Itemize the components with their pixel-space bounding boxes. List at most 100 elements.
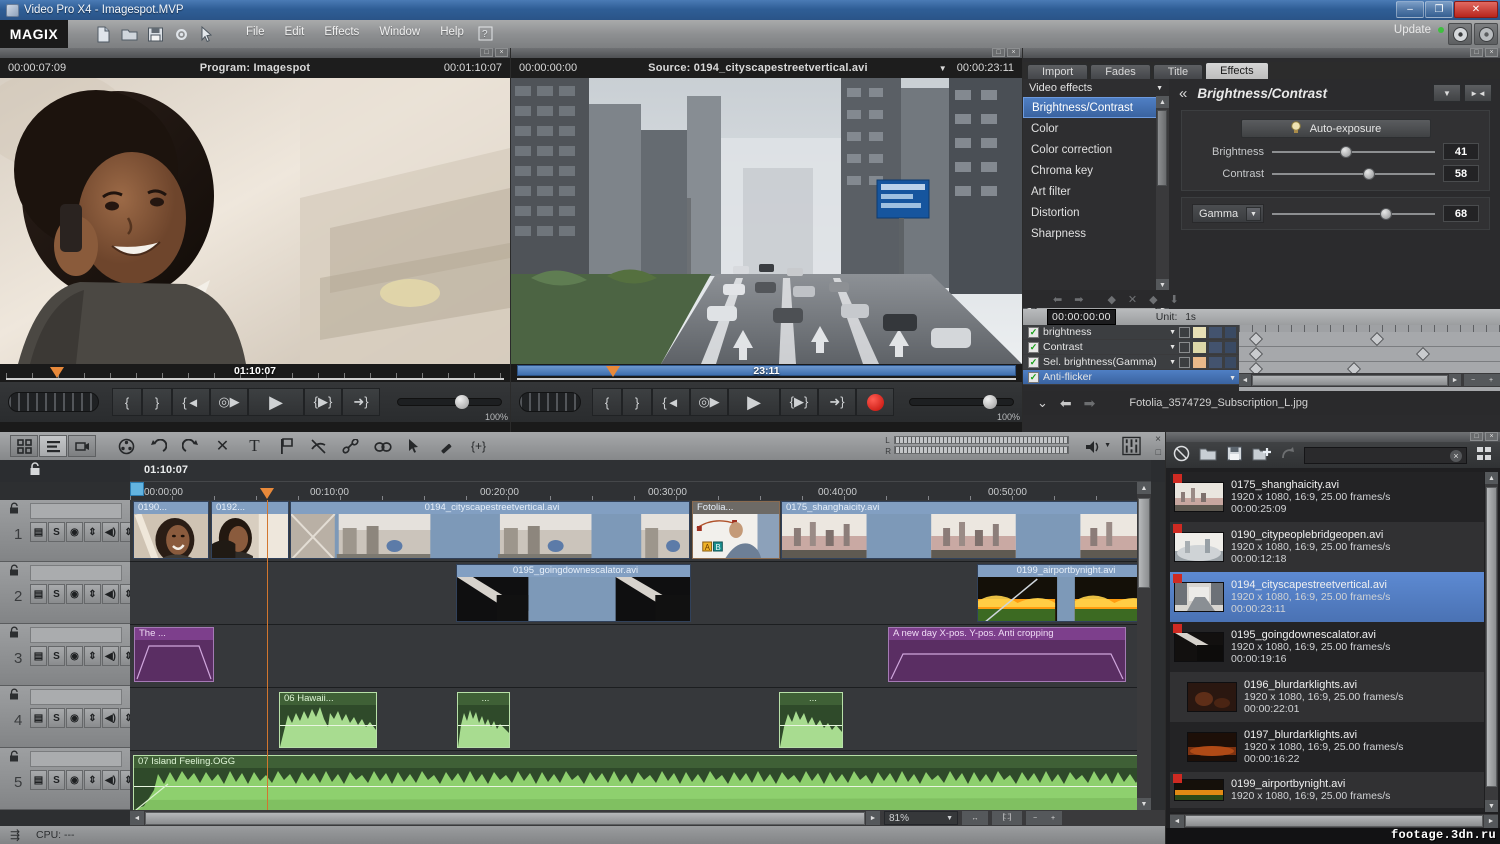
gamma-value[interactable]: 68 bbox=[1443, 205, 1479, 222]
gamma-slider[interactable] bbox=[1272, 207, 1435, 220]
timeline-vscroll-down[interactable]: ▼ bbox=[1137, 798, 1151, 810]
program-playhead[interactable] bbox=[50, 367, 64, 378]
media-list-item-selected[interactable]: 0194_cityscapestreetvertical.avi 1920 x … bbox=[1170, 572, 1484, 622]
collapse-left-icon[interactable]: « bbox=[1179, 85, 1187, 102]
timeline-close-icon[interactable]: × bbox=[1155, 434, 1161, 445]
contrast-value[interactable]: 58 bbox=[1443, 165, 1479, 182]
chevron-down-icon[interactable]: ▼ bbox=[1169, 359, 1176, 366]
timeline-audio-clip[interactable]: ... bbox=[457, 692, 510, 748]
brightness-enable-checkbox[interactable]: ✓ bbox=[1028, 326, 1039, 338]
jump-to-start-button[interactable]: {◄ bbox=[172, 388, 210, 416]
program-preview-image[interactable] bbox=[0, 78, 510, 364]
track-header-3[interactable]: 3 ▤ S ◉ ⇕ ◀) ⇕ bbox=[0, 624, 137, 686]
jump-to-end-button[interactable]: ➜} bbox=[342, 388, 380, 416]
menu-effects[interactable]: Effects bbox=[324, 26, 359, 43]
media-pool-hscroll[interactable]: ◄ ► bbox=[1170, 814, 1498, 828]
set-out-point-button[interactable]: } bbox=[142, 388, 172, 416]
video-effects-dropdown[interactable]: Video effects ▼ bbox=[1023, 79, 1169, 97]
menu-help[interactable]: Help bbox=[440, 26, 464, 43]
timeline-clip[interactable]: 0190... bbox=[133, 501, 209, 559]
keyframe-box-icon[interactable] bbox=[1179, 341, 1190, 353]
effect-item-art-filter[interactable]: Art filter bbox=[1023, 181, 1169, 202]
menu-edit[interactable]: Edit bbox=[285, 26, 305, 43]
track-header-2[interactable]: 2 ▤ S ◉ ⇕ ◀) ⇕ bbox=[0, 562, 137, 624]
timeline-ruler[interactable]: 00:00:00 00:10:00 00:20:00 00:30:00 00:4… bbox=[130, 482, 1151, 500]
effect-item-color[interactable]: Color bbox=[1023, 118, 1169, 139]
new-folder-icon[interactable] bbox=[1252, 446, 1271, 465]
film-icon[interactable] bbox=[117, 437, 136, 456]
track-speaker-icon[interactable]: ◀) bbox=[102, 646, 119, 666]
help-book-icon[interactable]: ? bbox=[478, 26, 495, 43]
media-vscroll-down[interactable]: ▼ bbox=[1485, 800, 1498, 812]
track-lock-icon[interactable] bbox=[8, 688, 21, 704]
source-playhead[interactable] bbox=[606, 366, 620, 377]
track-lock-icon[interactable] bbox=[28, 462, 42, 479]
timeline-zoom-select[interactable]: 81% ▼ bbox=[884, 811, 958, 825]
timeline-track-1[interactable]: 0190... 0192... 0194_cityscapestreetvert… bbox=[130, 500, 1151, 562]
contrast-enable-checkbox[interactable]: ✓ bbox=[1028, 341, 1039, 353]
grid-toggle-icon[interactable] bbox=[1476, 445, 1493, 465]
gamma-mode-select[interactable]: Gamma ▼ bbox=[1192, 204, 1264, 223]
source-play-to-out-button[interactable]: {▶} bbox=[780, 388, 818, 416]
eraser-icon[interactable] bbox=[437, 437, 456, 456]
keyframe-curve-icon[interactable] bbox=[1209, 341, 1222, 353]
text-title-icon[interactable]: T bbox=[245, 436, 264, 456]
save-disk-icon[interactable] bbox=[1226, 445, 1243, 465]
keyframe-prev-icon[interactable]: ⬅ bbox=[1053, 293, 1062, 306]
keyframe-hscroll-thumb[interactable] bbox=[1252, 374, 1448, 386]
open-folder-icon[interactable] bbox=[1199, 446, 1217, 465]
timeline-track-4[interactable]: 06 Hawaii... ... ... bbox=[130, 689, 1151, 751]
effect-preset-dropdown-button[interactable]: ▼ bbox=[1433, 84, 1461, 102]
keyframe-zoom-out-button[interactable]: − bbox=[1464, 374, 1482, 386]
tab-import[interactable]: Import bbox=[1027, 64, 1089, 79]
mixer-icon[interactable] bbox=[1122, 436, 1141, 455]
timeline-title-clip[interactable]: The ... bbox=[134, 627, 214, 682]
timeline-clip[interactable]: 0199_airportbynight.avi bbox=[977, 564, 1151, 622]
timeline-clip-area[interactable]: 0190... 0192... 0194_cityscapestreetvert… bbox=[130, 500, 1151, 810]
status-next-icon[interactable]: ➡ bbox=[1084, 395, 1096, 412]
timeline-audio-clip[interactable]: 07 Island Feeling.OGG bbox=[133, 755, 1149, 810]
track-header-1[interactable]: 1 ▤ S ◉ ⇕ ◀) ⇕ bbox=[0, 500, 137, 562]
track-lock-icon[interactable] bbox=[8, 626, 21, 642]
media-pool-vscroll[interactable]: ▲ ▼ bbox=[1485, 472, 1498, 812]
list-view-icon[interactable] bbox=[39, 435, 67, 457]
keyframe-delete-icon[interactable]: ✕ bbox=[1128, 293, 1137, 306]
track-mute-toggle[interactable]: ▤ bbox=[30, 770, 47, 790]
settings-gear-icon[interactable] bbox=[173, 26, 190, 43]
chevron-down-icon[interactable]: ▼ bbox=[1169, 329, 1176, 336]
keyframe-lock-icon[interactable] bbox=[1225, 326, 1236, 338]
source-close-icon[interactable]: × bbox=[1007, 48, 1020, 57]
media-hscroll-right[interactable]: ► bbox=[1484, 814, 1498, 828]
timeline-vscroll-up[interactable]: ▲ bbox=[1137, 482, 1151, 494]
burn-disc-icon[interactable] bbox=[1448, 23, 1472, 45]
timeline-track-5[interactable]: 07 Island Feeling.OGG bbox=[130, 752, 1151, 810]
record-disc-icon[interactable] bbox=[1474, 23, 1498, 45]
source-jump-start-button[interactable]: {◄ bbox=[652, 388, 690, 416]
track-level-fader[interactable]: ⇕ bbox=[84, 522, 101, 542]
auto-exposure-button[interactable]: Auto-exposure bbox=[1240, 119, 1431, 138]
source-volume-slider[interactable] bbox=[909, 395, 1014, 409]
media-pool-maximize-icon[interactable]: □ bbox=[1470, 432, 1483, 441]
set-in-point-button[interactable]: { bbox=[112, 388, 142, 416]
effect-item-distortion[interactable]: Distortion bbox=[1023, 202, 1169, 223]
mouse-pointer-icon[interactable] bbox=[405, 437, 424, 456]
track-preview-eye-icon[interactable]: ◉ bbox=[66, 708, 83, 728]
timeline-clip[interactable]: 0192... bbox=[211, 501, 289, 559]
program-scrubber[interactable]: 01:10:07 bbox=[0, 364, 510, 382]
source-maximize-icon[interactable]: □ bbox=[992, 48, 1005, 57]
track-lock-icon[interactable] bbox=[8, 750, 21, 766]
contrast-slider[interactable] bbox=[1272, 167, 1435, 180]
anti-flicker-enable-checkbox[interactable]: ✓ bbox=[1028, 371, 1039, 383]
chevron-down-icon[interactable]: ▼ bbox=[1246, 207, 1261, 221]
keyframe-curve-icon[interactable] bbox=[1209, 326, 1222, 338]
timeline-marker-block[interactable] bbox=[130, 482, 144, 496]
track-lock-icon[interactable] bbox=[8, 564, 21, 580]
keyframe-lock-icon[interactable] bbox=[1225, 356, 1236, 368]
menu-file[interactable]: File bbox=[246, 26, 265, 43]
timeline-audio-clip[interactable]: 06 Hawaii... bbox=[279, 692, 377, 748]
keyframe-down-icon[interactable]: ⬇ bbox=[1170, 293, 1179, 306]
source-play-button[interactable]: ▶ bbox=[728, 388, 780, 416]
timeline-playhead[interactable] bbox=[267, 500, 268, 810]
track-preview-eye-icon[interactable]: ◉ bbox=[66, 646, 83, 666]
timeline-hscroll-right[interactable]: ► bbox=[866, 811, 880, 825]
